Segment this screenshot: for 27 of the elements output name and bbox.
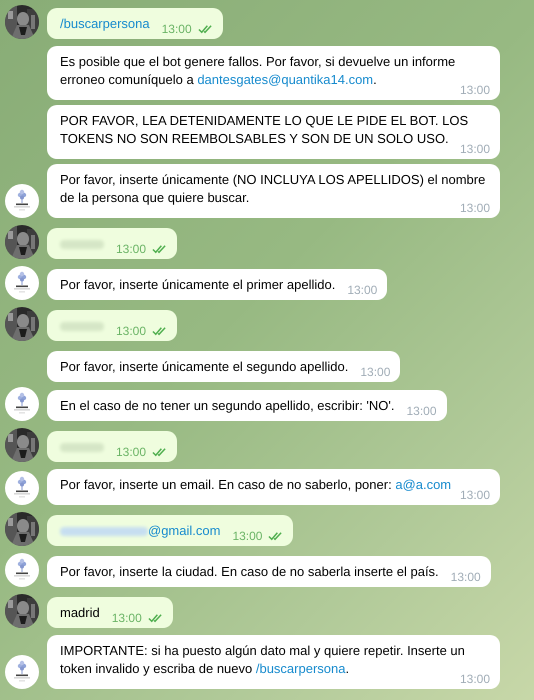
blurred-text: [60, 322, 104, 332]
message-time: 13:00: [116, 324, 146, 338]
message-time: 13:00: [232, 529, 262, 543]
blurred-text: [60, 443, 104, 452]
message-time: 13:00: [116, 242, 146, 256]
link[interactable]: /buscarpersona: [256, 661, 346, 676]
message-time: 13:00: [460, 488, 490, 502]
message-time: 13:00: [112, 611, 142, 625]
message-time: 13:00: [116, 445, 146, 459]
message-text: Es posible que el bot genere fallos. Por favor, si devuelve un informe erroneo comuníquelo a dantesgates@quantika14.com.: [60, 53, 456, 89]
message-time: 13:00: [450, 570, 481, 584]
message-text: madrid: [60, 604, 100, 622]
message-text: En el caso de no tener un segundo apellido, escribir: 'NO'.: [60, 397, 394, 415]
link[interactable]: @gmail.com: [148, 523, 220, 538]
link[interactable]: /buscarpersona: [60, 16, 150, 31]
blurred-text: [60, 240, 104, 250]
message-text: Por favor, inserte únicamente el primer apellido.: [60, 276, 336, 294]
link[interactable]: a@a.com: [395, 477, 452, 492]
message-time: 13:00: [162, 22, 192, 36]
message-text: Por favor, inserte la ciudad. En caso de no saberla inserte el país.: [60, 563, 439, 581]
message-time: 13:00: [406, 404, 437, 418]
message-text: Por favor, inserte únicamente el segundo apellido.: [60, 358, 348, 376]
message-time: 13:00: [460, 83, 490, 97]
message-time: 13:00: [360, 365, 390, 379]
link[interactable]: dantesgates@quantika14.com: [197, 72, 374, 87]
message-text: Por favor, inserte un email. En caso de no saberlo, poner: a@a.com: [60, 476, 452, 494]
message-time: 13:00: [347, 283, 378, 297]
